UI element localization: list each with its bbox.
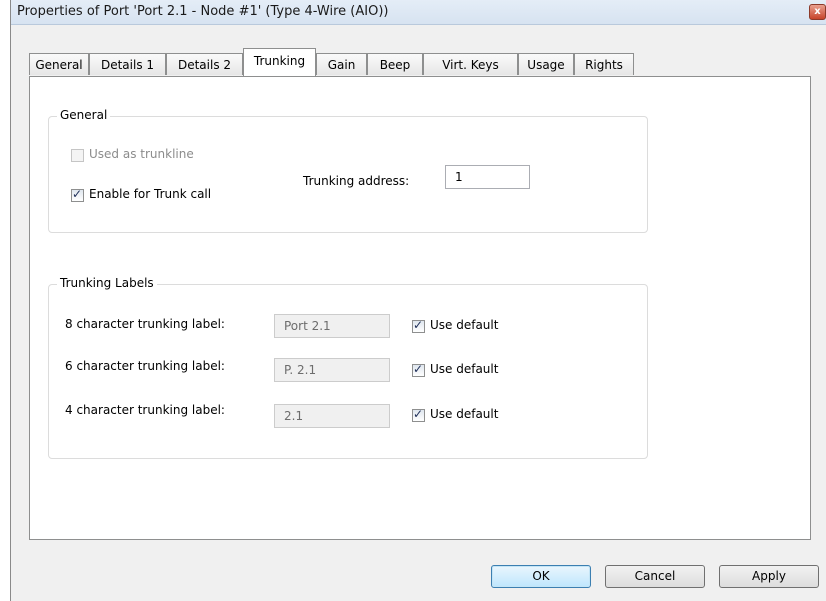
label-4-char-caption: 4 character trunking label: <box>65 403 225 417</box>
enable-trunk-call-checkbox[interactable] <box>71 187 84 202</box>
used-as-trunkline-label: Used as trunkline <box>89 147 194 161</box>
tab-details-1[interactable]: Details 1 <box>89 53 166 75</box>
properties-dialog: Properties of Port 'Port 2.1 - Node #1' … <box>10 0 826 601</box>
label-8-char-use-default-checkbox[interactable] <box>412 318 425 333</box>
general-groupbox: General Used as trunkline Enable for Tru… <box>48 108 648 233</box>
used-as-trunkline-checkbox[interactable] <box>71 149 84 162</box>
general-group-title: General <box>57 108 111 122</box>
close-icon: x <box>814 6 821 17</box>
tab-rights[interactable]: Rights <box>574 53 634 75</box>
label-8-char-use-default-label: Use default <box>430 318 499 332</box>
close-button[interactable]: x <box>809 4 826 20</box>
tab-details-2[interactable]: Details 2 <box>166 53 243 75</box>
trunking-address-label: Trunking address: <box>303 174 410 188</box>
tab-beep[interactable]: Beep <box>367 53 423 75</box>
ok-button[interactable]: OK <box>491 565 591 588</box>
label-6-char-use-default-checkbox[interactable] <box>412 362 425 377</box>
label-6-char-use-default-label: Use default <box>430 362 499 376</box>
window-title: Properties of Port 'Port 2.1 - Node #1' … <box>17 4 389 19</box>
tab-usage[interactable]: Usage <box>518 53 574 75</box>
label-6-char-input[interactable]: P. 2.1 <box>274 358 390 382</box>
trunking-labels-groupbox: Trunking Labels 8 character trunking lab… <box>48 276 648 459</box>
label-8-char-caption: 8 character trunking label: <box>65 317 225 331</box>
label-4-char-input[interactable]: 2.1 <box>274 404 390 428</box>
tab-trunking[interactable]: Trunking <box>243 48 316 76</box>
title-bar[interactable]: Properties of Port 'Port 2.1 - Node #1' … <box>11 0 826 25</box>
tab-general[interactable]: General <box>29 53 89 75</box>
trunking-labels-group-title: Trunking Labels <box>57 276 157 290</box>
trunking-address-input[interactable]: 1 <box>445 165 530 189</box>
enable-trunk-call-label: Enable for Trunk call <box>89 187 212 201</box>
label-4-char-use-default-checkbox[interactable] <box>412 407 425 422</box>
cancel-button[interactable]: Cancel <box>605 565 705 588</box>
label-8-char-input[interactable]: Port 2.1 <box>274 314 390 338</box>
label-4-char-use-default-label: Use default <box>430 407 499 421</box>
tab-gain[interactable]: Gain <box>316 53 367 75</box>
label-6-char-caption: 6 character trunking label: <box>65 359 225 373</box>
apply-button[interactable]: Apply <box>719 565 819 588</box>
trunking-tab-panel: General Used as trunkline Enable for Tru… <box>29 76 811 540</box>
tab-virt-keys[interactable]: Virt. Keys <box>423 53 518 75</box>
